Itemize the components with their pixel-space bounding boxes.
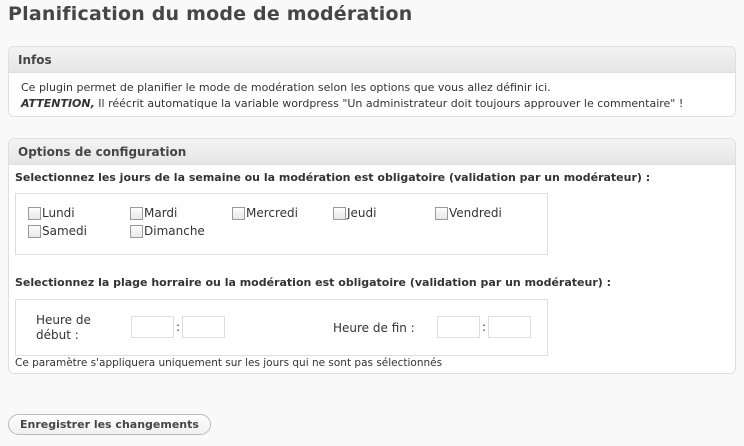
- end-time-separator: :: [482, 320, 487, 334]
- day-label-lundi: Lundi: [42, 206, 75, 220]
- day-mardi[interactable]: Mardi: [130, 206, 177, 220]
- checkbox-samedi[interactable]: [28, 224, 41, 238]
- day-label-dimanche: Dimanche: [144, 224, 205, 238]
- day-vendredi[interactable]: Vendredi: [435, 206, 502, 220]
- checkbox-mardi[interactable]: [130, 206, 143, 220]
- day-label-mardi: Mardi: [144, 206, 178, 220]
- time-note: Ce paramètre s'appliquera uniquement sur…: [15, 357, 443, 369]
- config-header: Options de configuration: [9, 139, 735, 165]
- time-section-label: Selectionnez la plage horraire ou la mod…: [15, 276, 612, 289]
- checkbox-lundi[interactable]: [28, 206, 41, 220]
- start-hour-input[interactable]: [131, 316, 174, 338]
- start-time-label: Heure de début :: [36, 313, 91, 343]
- infos-body: Ce plugin permet de planifier le mode de…: [9, 73, 735, 112]
- config-panel: Options de configuration Selectionnez le…: [8, 138, 736, 374]
- checkbox-dimanche[interactable]: [130, 224, 143, 238]
- days-box: Lundi Mardi Mercredi Jeudi Vendredi Same…: [15, 193, 548, 255]
- checkbox-jeudi[interactable]: [333, 206, 346, 220]
- start-time-separator: :: [176, 320, 181, 334]
- day-dimanche[interactable]: Dimanche: [130, 224, 205, 238]
- checkbox-vendredi[interactable]: [435, 206, 448, 220]
- end-time-label: Heure de fin :: [333, 321, 415, 335]
- start-time-label-line-2: début :: [36, 328, 79, 342]
- infos-panel: Infos Ce plugin permet de planifier le m…: [8, 46, 736, 117]
- day-mercredi[interactable]: Mercredi: [232, 206, 298, 220]
- day-label-mercredi: Mercredi: [246, 206, 299, 220]
- day-label-jeudi: Jeudi: [347, 206, 377, 220]
- days-section-label: Selectionnez les jours de la semaine ou …: [15, 171, 651, 184]
- day-jeudi[interactable]: Jeudi: [333, 206, 376, 220]
- start-minute-input[interactable]: [182, 316, 225, 338]
- day-label-samedi: Samedi: [42, 224, 87, 238]
- day-lundi[interactable]: Lundi: [28, 206, 75, 220]
- infos-line-2: ATTENTION, Il réécrit automatique la var…: [21, 96, 723, 112]
- checkbox-mercredi[interactable]: [232, 206, 245, 220]
- infos-header: Infos: [9, 47, 735, 73]
- infos-line-2-text: Il réécrit automatique la variable wordp…: [94, 97, 684, 110]
- day-samedi[interactable]: Samedi: [28, 224, 87, 238]
- attention-label: ATTENTION,: [21, 97, 95, 110]
- page-title: Planification du mode de modération: [8, 3, 413, 25]
- day-label-vendredi: Vendredi: [449, 206, 502, 220]
- end-minute-input[interactable]: [488, 316, 531, 338]
- start-time-label-line-1: Heure de: [36, 313, 91, 327]
- end-hour-input[interactable]: [437, 316, 480, 338]
- save-button[interactable]: Enregistrer les changements: [8, 414, 211, 435]
- infos-line-1: Ce plugin permet de planifier le mode de…: [21, 81, 551, 94]
- time-box: Heure de début : : Heure de fin : :: [15, 299, 548, 356]
